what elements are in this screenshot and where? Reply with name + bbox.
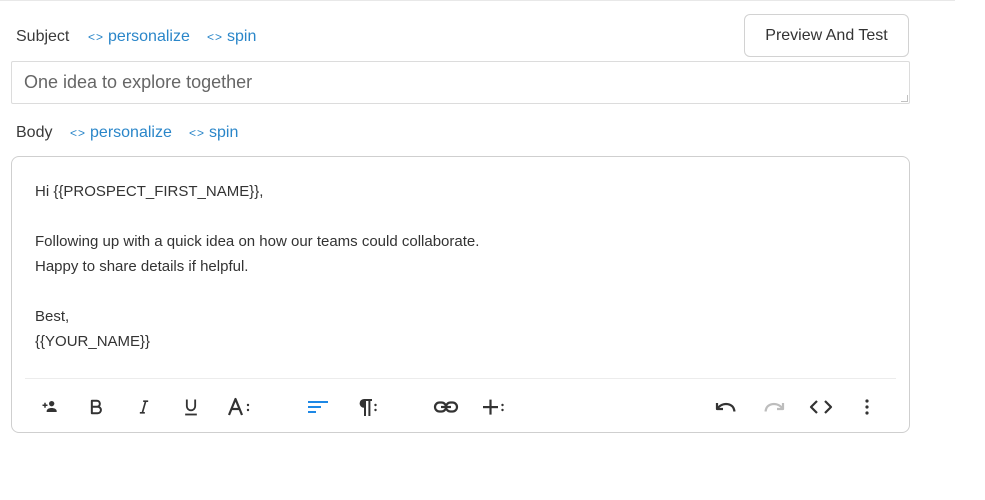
body-personalize-link[interactable]: <> personalize [70,124,172,142]
spin-label: spin [209,124,239,141]
preview-and-test-button[interactable]: Preview And Test [744,14,909,57]
align-left-icon[interactable] [306,393,330,421]
subject-spin-link[interactable]: <> spin [207,28,256,46]
code-icon: <> [207,30,224,44]
subject-value: One idea to explore together [24,72,253,92]
code-icon: <> [88,30,105,44]
body-editor[interactable]: Hi {{PROSPECT_FIRST_NAME}}, Following up… [11,156,910,433]
body-spin-link[interactable]: <> spin [189,124,238,142]
undo-icon[interactable] [712,393,740,421]
paragraph-icon[interactable] [353,393,381,421]
body-line: Best, [35,308,70,325]
editor-content[interactable]: Hi {{PROSPECT_FIRST_NAME}}, Following up… [35,179,889,354]
body-line [35,279,889,304]
resize-handle[interactable] [901,95,908,102]
toolbar-divider [25,378,896,379]
more-options-icon[interactable] [857,393,877,421]
subject-personalize-link[interactable]: <> personalize [88,28,190,46]
insert-icon[interactable] [480,393,508,421]
body-line: Hi {{PROSPECT_FIRST_NAME}}, [35,183,264,200]
underline-icon[interactable] [179,393,203,421]
body-line: {{YOUR_NAME}} [35,333,151,350]
redo-icon[interactable] [760,393,788,421]
personalize-label: personalize [90,124,172,141]
add-person-icon[interactable] [38,393,62,421]
spin-label: spin [227,28,257,45]
code-icon: <> [189,126,206,140]
font-size-icon[interactable] [226,393,254,421]
code-icon: <> [70,126,87,140]
subject-label: Subject [16,28,70,45]
italic-icon[interactable] [132,393,156,421]
personalize-label: personalize [108,28,190,45]
body-line: Happy to share details if helpful. [35,258,249,275]
body-line [35,204,889,229]
code-view-icon[interactable] [807,393,835,421]
body-line: Following up with a quick idea on how ou… [35,233,480,250]
bold-icon[interactable] [84,393,108,421]
top-divider [0,0,955,1]
link-icon[interactable] [432,393,460,421]
body-label: Body [16,124,53,141]
subject-input[interactable]: One idea to explore together [11,61,910,104]
